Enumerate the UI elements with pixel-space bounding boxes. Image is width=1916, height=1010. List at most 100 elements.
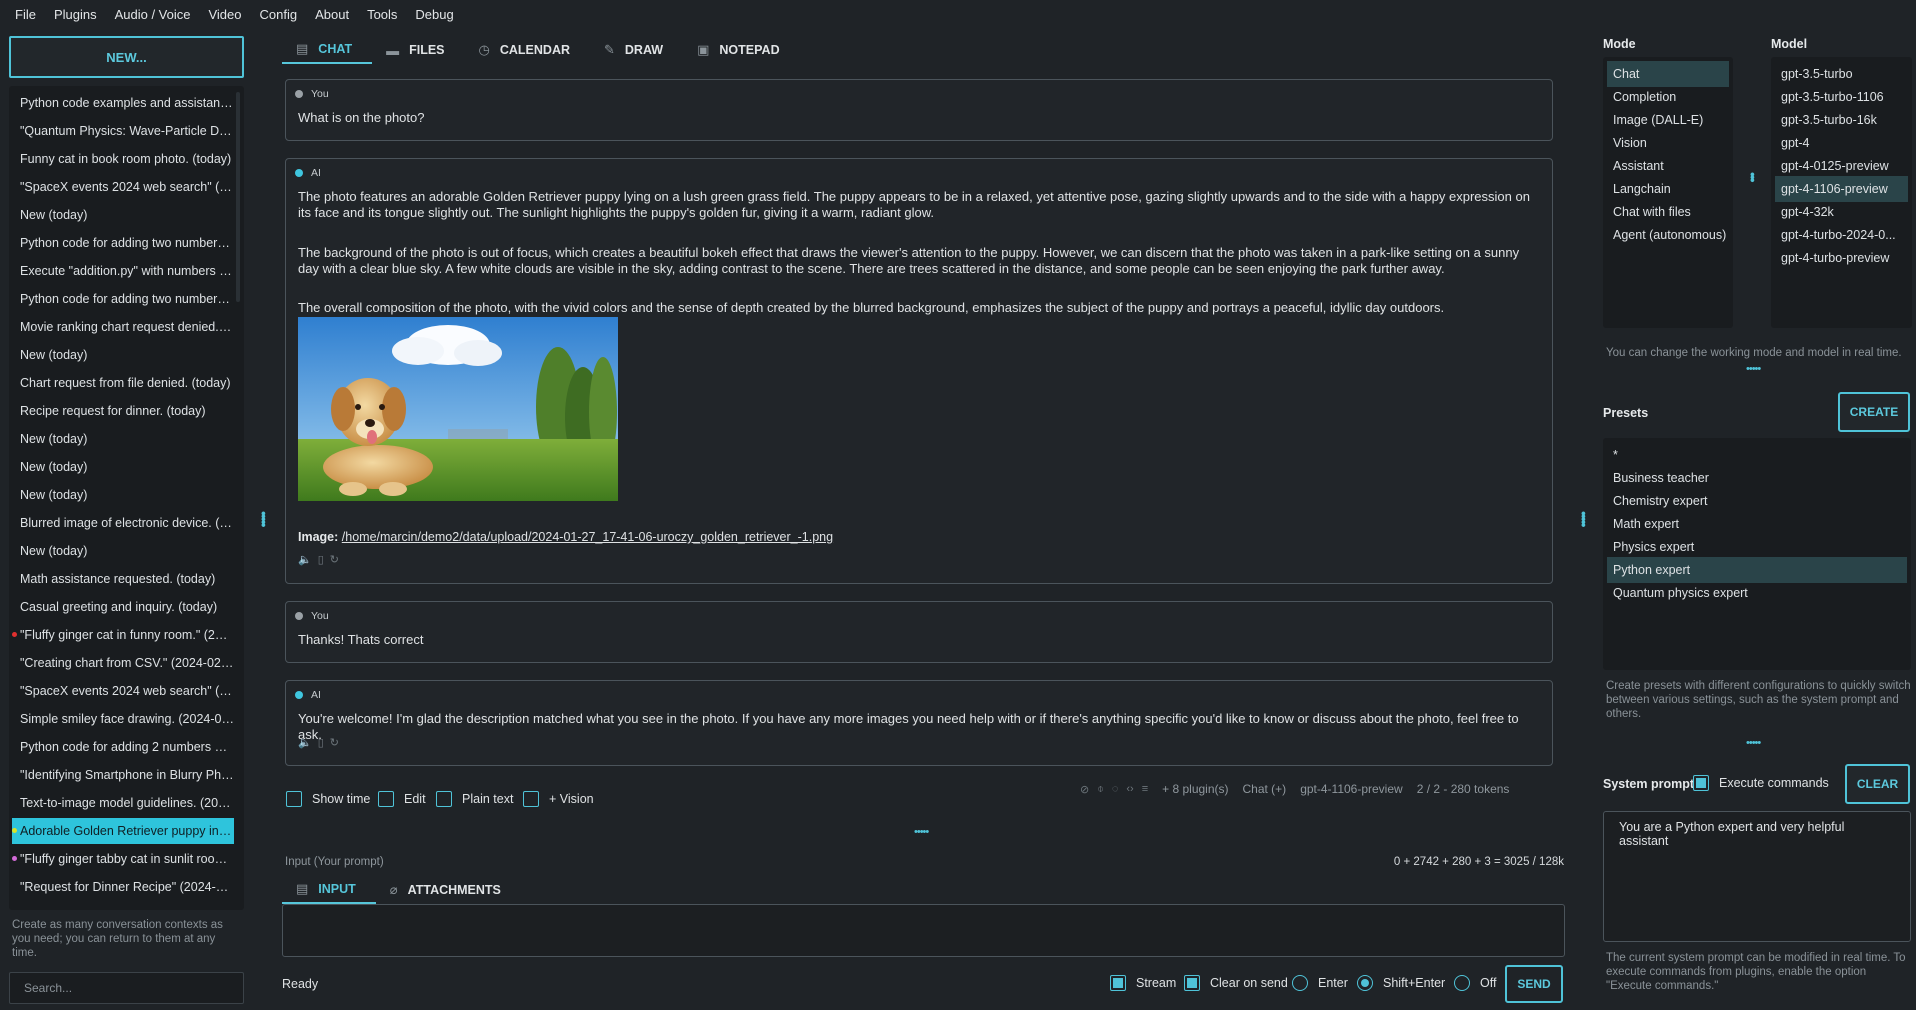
menu-item-audio-voice[interactable]: Audio / Voice xyxy=(106,7,200,22)
context-item[interactable]: "Fluffy ginger tabby cat in sunlit room.… xyxy=(12,846,234,872)
new-context-button[interactable]: NEW... xyxy=(9,36,244,78)
prompt-input[interactable] xyxy=(282,904,1565,957)
splitter-handle[interactable]: ••••• xyxy=(1746,737,1761,749)
clear-on-send-checkbox[interactable]: Clear on send xyxy=(1184,975,1288,991)
radio-circle[interactable] xyxy=(1454,975,1470,991)
model-item[interactable]: gpt-4-turbo-preview xyxy=(1775,245,1908,271)
context-item[interactable]: Chart request from file denied. (today) xyxy=(12,370,234,396)
reload-icon[interactable]: ↻ xyxy=(330,736,339,749)
context-label: New (today) xyxy=(20,432,88,446)
context-label: "Fluffy ginger tabby cat in sunlit room.… xyxy=(20,852,234,866)
context-item[interactable]: Simple smiley face drawing. (2024-02... xyxy=(12,706,234,732)
tab-draw[interactable]: ✎ DRAW xyxy=(590,36,683,64)
plain-text-checkbox[interactable]: Plain text xyxy=(436,791,513,807)
context-item[interactable]: Python code for adding two numbers ... xyxy=(12,286,234,312)
shift-enter-radio[interactable]: Shift+Enter xyxy=(1357,975,1445,991)
context-item[interactable]: Math assistance requested. (today) xyxy=(12,566,234,592)
splitter-handle[interactable]: ••••• xyxy=(1746,363,1761,375)
context-item[interactable]: Execute "addition.py" with numbers 5... xyxy=(12,258,234,284)
copy-icon[interactable]: ▯ xyxy=(318,553,324,566)
tab-chat[interactable]: ▤ CHAT xyxy=(282,36,373,64)
checkbox-box[interactable] xyxy=(286,791,302,807)
context-item[interactable]: New (today) xyxy=(12,482,234,508)
show-time-checkbox[interactable]: Show time xyxy=(286,791,370,807)
context-item[interactable]: Funny cat in book room photo. (today) xyxy=(12,146,234,172)
checkbox-box[interactable] xyxy=(523,791,539,807)
checkbox-box[interactable] xyxy=(378,791,394,807)
tab-files[interactable]: ▬ FILES xyxy=(372,36,464,64)
system-prompt-input[interactable]: You are a Python expert and very helpful… xyxy=(1603,811,1911,942)
execute-commands-checkbox[interactable]: Execute commands xyxy=(1693,775,1829,791)
menu-item-about[interactable]: About xyxy=(306,7,358,22)
context-item[interactable]: Blurred image of electronic device. (to.… xyxy=(12,510,234,536)
input-tabs: ▤ INPUT ⌀ ATTACHMENTS xyxy=(282,876,521,904)
checkbox-box[interactable] xyxy=(1110,975,1126,991)
context-item[interactable]: "Quantum Physics: Wave-Particle Du... xyxy=(12,118,234,144)
context-item[interactable]: "Request for Dinner Recipe" (2024-02... xyxy=(12,874,234,900)
context-item[interactable]: New (today) xyxy=(12,202,234,228)
left-splitter-handle[interactable]: ••••• xyxy=(256,511,272,526)
tab-input[interactable]: ▤ INPUT xyxy=(282,876,376,904)
golden-retriever-photo[interactable] xyxy=(298,317,618,501)
menu-item-tools[interactable]: Tools xyxy=(358,7,406,22)
speaker-icon[interactable]: 🔈 xyxy=(298,736,312,749)
tab-calendar[interactable]: ◷ CALENDAR xyxy=(465,36,590,64)
splitter-handle[interactable]: ••••• xyxy=(914,826,929,838)
stream-checkbox[interactable]: Stream xyxy=(1110,975,1176,991)
create-preset-button[interactable]: CREATE xyxy=(1838,392,1910,432)
preset-item[interactable]: Quantum physics expert xyxy=(1607,580,1907,606)
checkbox-box[interactable] xyxy=(1184,975,1200,991)
token-count: 0 + 2742 + 280 + 3 = 3025 / 128k xyxy=(1393,856,1564,868)
right-splitter-handle[interactable]: ••••• xyxy=(1576,511,1592,526)
context-item[interactable]: New (today) xyxy=(12,342,234,368)
search-input[interactable] xyxy=(9,972,244,1004)
context-item[interactable]: Adorable Golden Retriever puppy in p... xyxy=(12,818,234,844)
context-item[interactable]: "Identifying Smartphone in Blurry Pho... xyxy=(12,762,234,788)
context-list-scrollbar[interactable] xyxy=(236,92,240,302)
menu-item-video[interactable]: Video xyxy=(199,7,250,22)
enter-radio[interactable]: Enter xyxy=(1292,975,1348,991)
vision-checkbox[interactable]: + Vision xyxy=(523,791,594,807)
menu-item-config[interactable]: Config xyxy=(251,7,307,22)
context-item[interactable]: Python code for adding two numbers ... xyxy=(12,230,234,256)
context-item[interactable]: New (today) xyxy=(12,426,234,452)
menu-bar: File Plugins Audio / Voice Video Config About… xyxy=(0,0,1916,28)
checkbox-box[interactable] xyxy=(1693,775,1709,791)
context-item[interactable]: "Creating chart from CSV." (2024-02-... xyxy=(12,650,234,676)
tab-attachments[interactable]: ⌀ ATTACHMENTS xyxy=(376,876,521,904)
send-button[interactable]: SEND xyxy=(1505,965,1563,1003)
copy-icon[interactable]: ▯ xyxy=(318,736,324,749)
reload-icon[interactable]: ↻ xyxy=(330,553,339,566)
context-item[interactable]: New (today) xyxy=(12,454,234,480)
menu-item-file[interactable]: File xyxy=(6,7,45,22)
context-list: Python code examples and assistance... "Q… xyxy=(9,86,244,910)
menu-item-plugins[interactable]: Plugins xyxy=(45,7,106,22)
mode-splitter-handle[interactable]: ••• xyxy=(1745,172,1761,181)
edit-checkbox[interactable]: Edit xyxy=(378,791,426,807)
radio-circle[interactable] xyxy=(1292,975,1308,991)
label-marker-icon xyxy=(12,856,17,861)
checkbox-box[interactable] xyxy=(436,791,452,807)
message-author: AI xyxy=(311,689,321,701)
context-item[interactable]: "SpaceX events 2024 web search" (to... xyxy=(12,174,234,200)
context-item[interactable]: "SpaceX events 2024 web search" (20... xyxy=(12,678,234,704)
context-item[interactable]: Recipe request for dinner. (today) xyxy=(12,398,234,424)
context-item[interactable]: New (today) xyxy=(12,538,234,564)
speaker-icon[interactable]: 🔈 xyxy=(298,553,312,566)
context-item[interactable]: Python code examples and assistance... xyxy=(12,90,234,116)
message-paragraph: The overall composition of the photo, wi… xyxy=(298,300,1445,315)
menu-item-debug[interactable]: Debug xyxy=(406,7,462,22)
context-item[interactable]: Text-to-image model guidelines. (202... xyxy=(12,790,234,816)
context-item[interactable]: Python code for adding 2 numbers an... xyxy=(12,734,234,760)
off-radio[interactable]: Off xyxy=(1454,975,1496,991)
image-path-link[interactable]: /home/marcin/demo2/data/upload/2024-01-2… xyxy=(342,530,833,544)
context-item[interactable]: Casual greeting and inquiry. (today) xyxy=(12,594,234,620)
context-item[interactable]: "Fluffy ginger cat in funny room." (202.… xyxy=(12,622,234,648)
model-indicator: gpt-4-1106-preview xyxy=(1300,782,1403,796)
clear-system-prompt-button[interactable]: CLEAR xyxy=(1845,764,1910,804)
tab-notepad[interactable]: ▣ NOTEPAD xyxy=(683,36,799,64)
mode-item[interactable]: Agent (autonomous) xyxy=(1607,222,1729,248)
context-item[interactable]: Movie ranking chart request denied. (t..… xyxy=(12,314,234,340)
status-icons: ⊘ ⌽ ◌ ‹› ≡ xyxy=(1080,783,1148,796)
radio-circle[interactable] xyxy=(1357,975,1373,991)
